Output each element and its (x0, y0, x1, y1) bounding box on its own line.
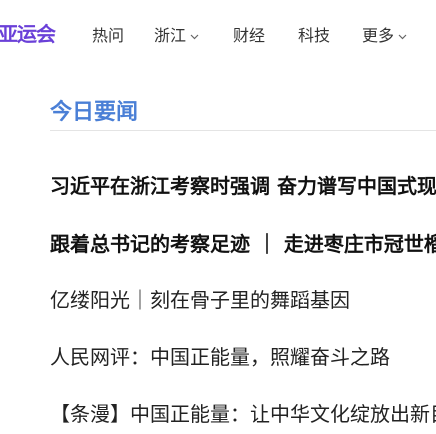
news-headline-link[interactable]: 亿缕阳光｜刻在骨子里的舞蹈基因 (50, 284, 350, 313)
news-list: 习近平在浙江考察时强调 奋力谱写中国式现 跟着总书记的考察足迹 ｜ 走进枣庄市冠… (0, 0, 436, 434)
news-headline-link[interactable]: 【条漫】中国正能量：让中华文化绽放出新目 (50, 398, 436, 427)
news-headline-link[interactable]: 跟着总书记的考察足迹 ｜ 走进枣庄市冠世榴 (50, 228, 436, 257)
news-headline-link[interactable]: 习近平在浙江考察时强调 奋力谱写中国式现 (50, 170, 436, 199)
news-page: 亚运会 热问 浙江 财经 科技 更多 今日要闻 习近平在浙江考察时强调 奋力谱写… (0, 0, 436, 434)
news-headline-link[interactable]: 人民网评：中国正能量，照耀奋斗之路 (50, 341, 390, 370)
